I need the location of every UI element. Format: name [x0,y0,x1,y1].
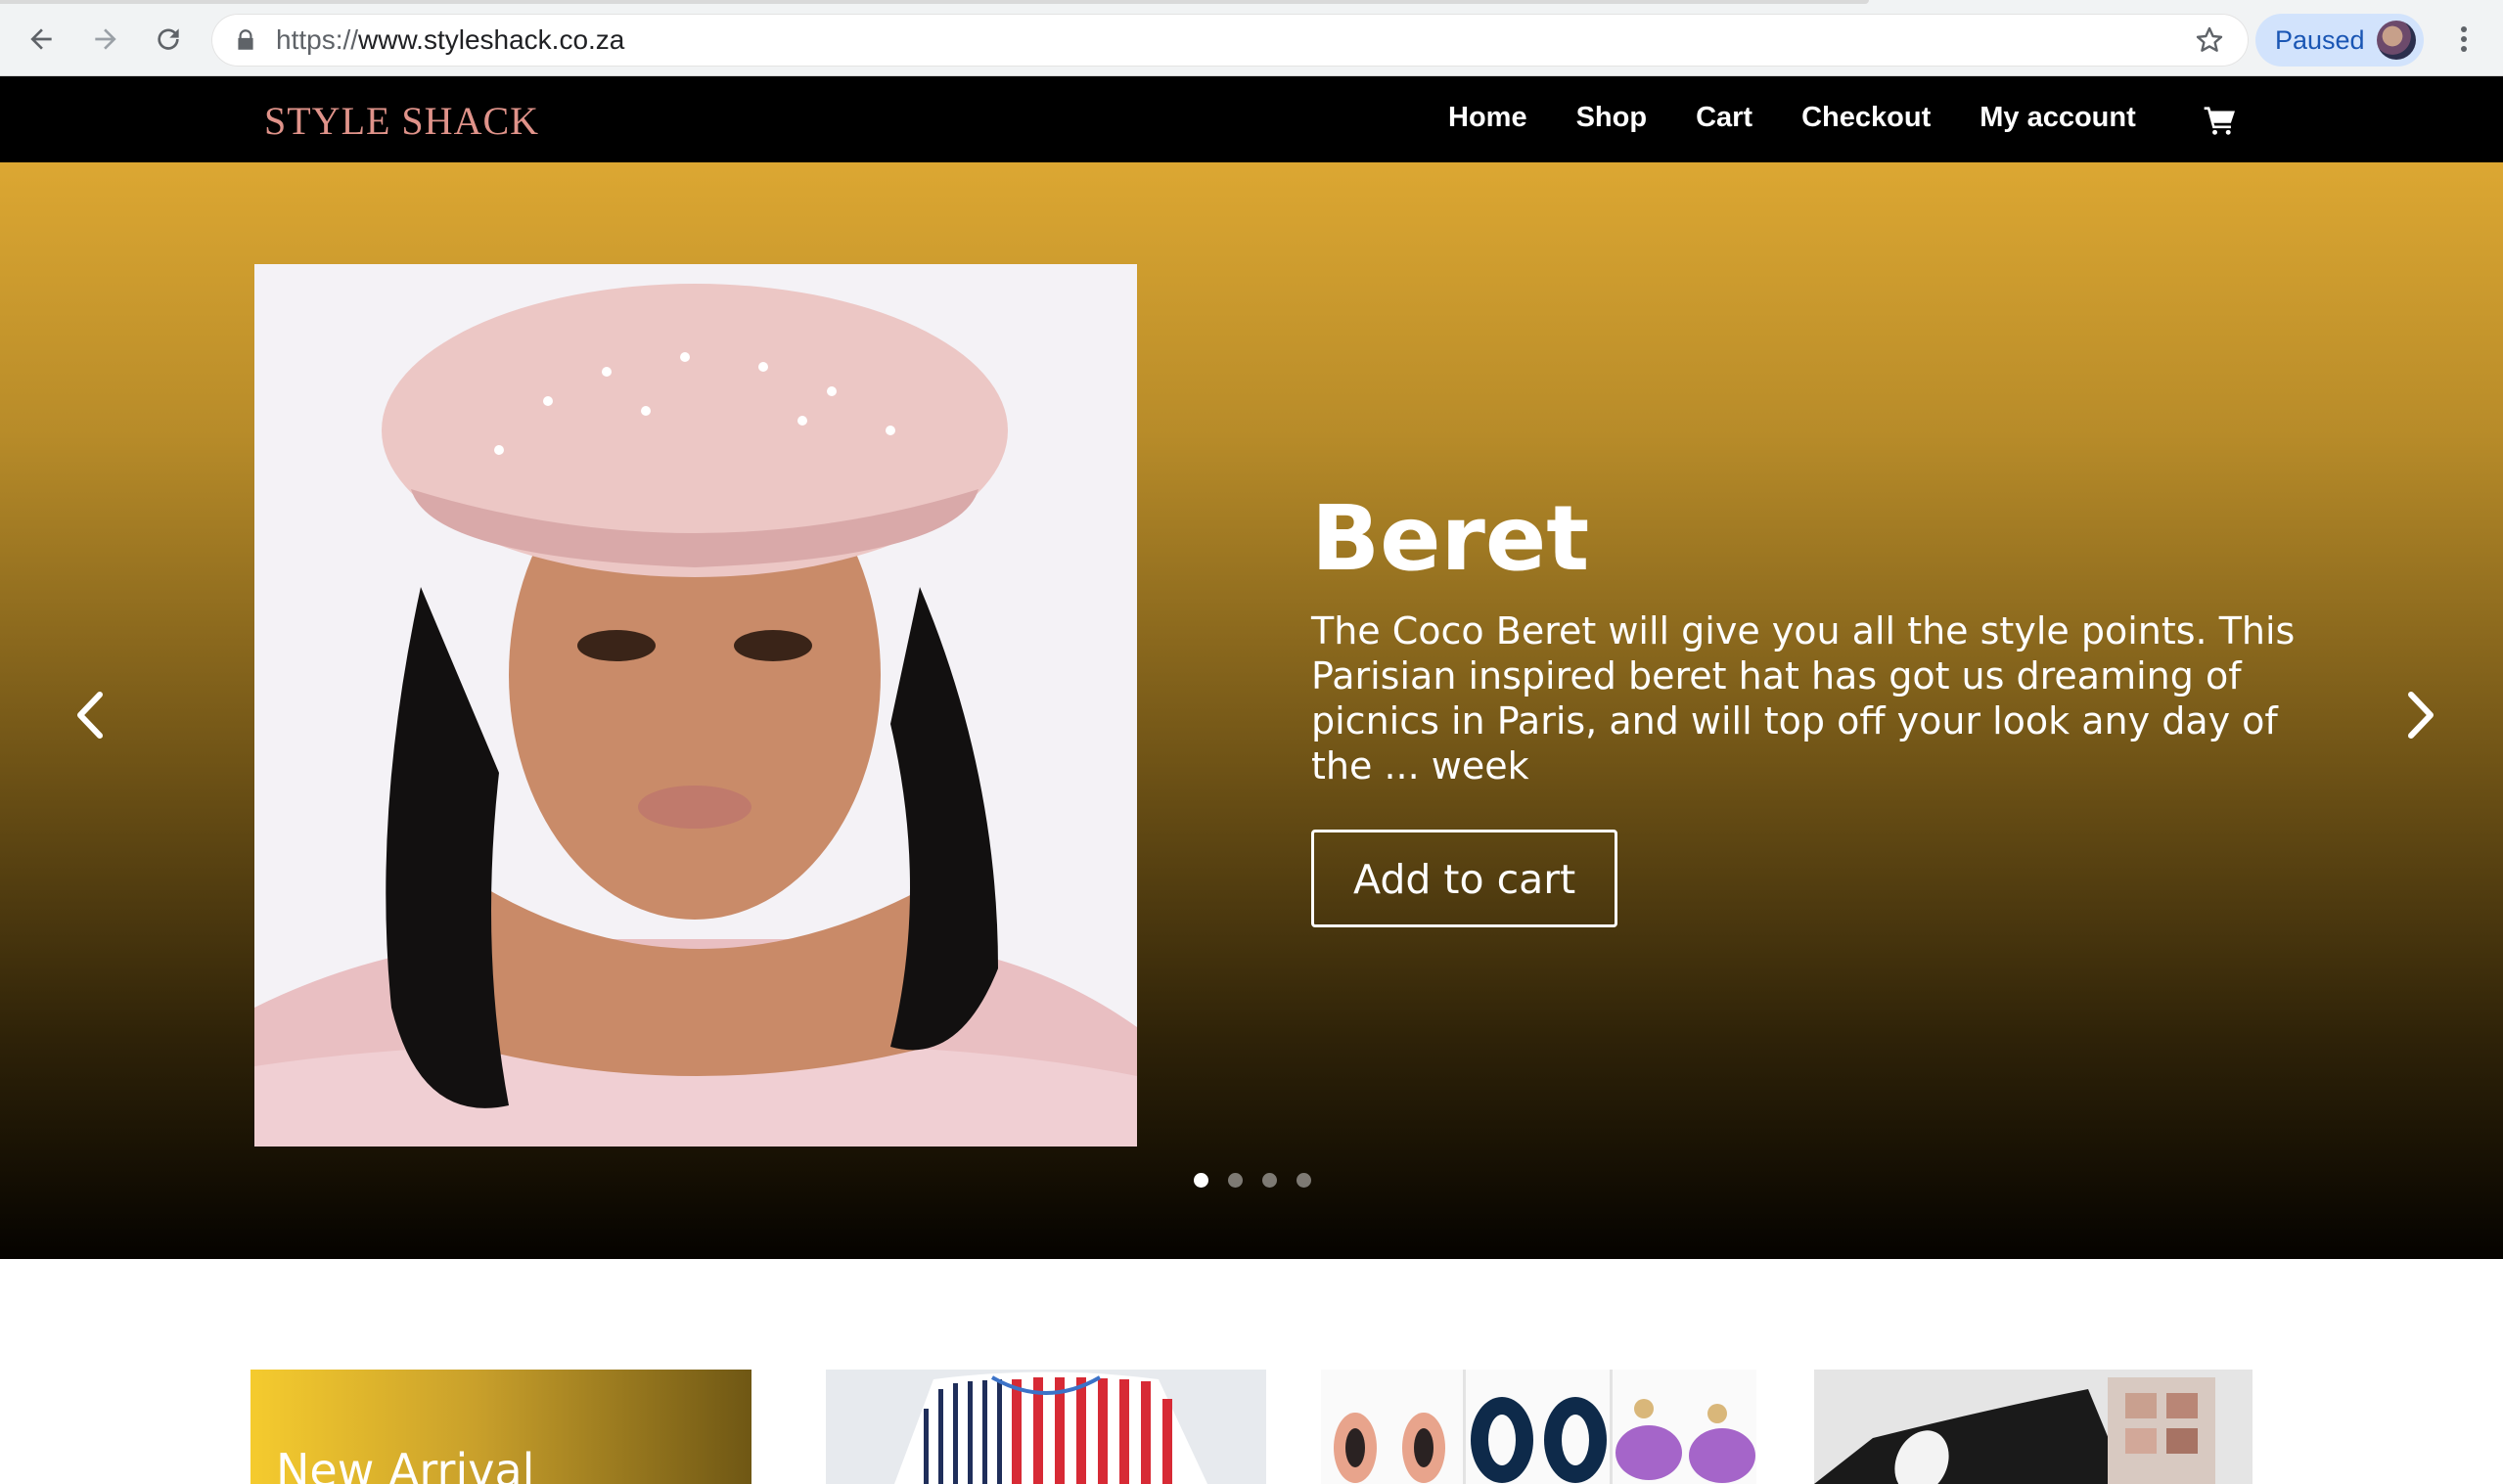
tab-strip-edge [0,0,1869,4]
featured-cards: New Arrival [0,1370,2503,1484]
star-icon[interactable] [2194,24,2225,56]
reload-icon[interactable] [149,20,188,59]
slider-dot[interactable] [1262,1173,1277,1188]
card-beauty[interactable] [1814,1370,2253,1484]
nav-checkout[interactable]: Checkout [1801,102,1931,134]
menu-kebab-icon[interactable] [2450,22,2478,57]
hero-slider: Beret The Coco Beret will give you all t… [0,162,2503,1259]
beauty-image [1814,1370,2253,1484]
main-nav: Home Shop Cart Checkout My account [1448,102,2136,134]
profile-status: Paused [2275,25,2365,55]
slider-dot[interactable] [1297,1173,1311,1188]
url-host: www.styleshack.co.za [358,24,625,55]
slider-dot[interactable] [1228,1173,1243,1188]
product-description: The Coco Beret will give you all the sty… [1311,609,2296,787]
avatar [2377,21,2416,60]
product-image-beret[interactable] [254,264,1137,1147]
lock-icon [233,27,258,53]
chevron-left-icon[interactable] [67,681,115,749]
hero-content: Beret The Coco Beret will give you all t… [1311,485,2309,927]
nav-my-account[interactable]: My account [1980,102,2136,134]
address-bar[interactable]: https://www.styleshack.co.za [211,14,2249,67]
nav-cart[interactable]: Cart [1696,102,1752,134]
card-new-arrival[interactable]: New Arrival [250,1370,751,1484]
site-header: STYLE SHACK Home Shop Cart Checkout My a… [0,76,2503,162]
browser-toolbar: https://www.styleshack.co.za Paused [0,0,2503,76]
nav-shop[interactable]: Shop [1576,102,1648,134]
slider-dots [1194,1173,1311,1188]
card-striped-top[interactable] [826,1370,1266,1484]
url-text: https://www.styleshack.co.za [276,25,624,55]
url-scheme: https:// [276,24,359,55]
cart-icon[interactable] [2204,106,2237,135]
site-logo[interactable]: STYLE SHACK [264,98,539,144]
chevron-right-icon[interactable] [2395,681,2444,749]
slider-dot[interactable] [1194,1173,1208,1188]
profile-chip[interactable]: Paused [2255,14,2424,67]
nav-home[interactable]: Home [1448,102,1527,134]
product-title: Beret [1311,486,1590,591]
earrings-image [1321,1370,1756,1484]
forward-icon[interactable] [86,20,125,59]
add-to-cart-button[interactable]: Add to cart [1311,830,1618,927]
card-earrings[interactable] [1321,1370,1756,1484]
back-icon[interactable] [22,20,61,59]
striped-top-image [826,1370,1266,1484]
card-title: New Arrival [276,1444,535,1484]
